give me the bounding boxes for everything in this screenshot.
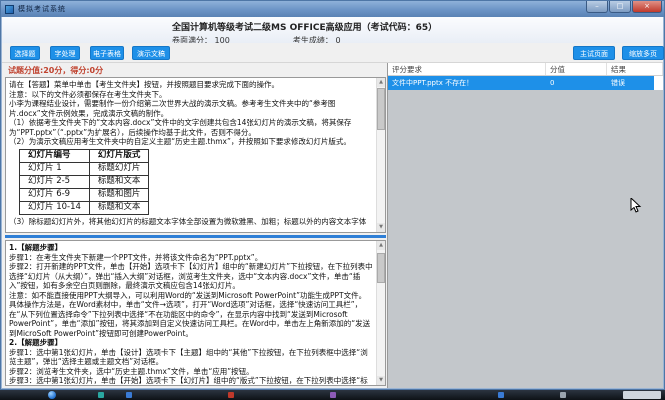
question-paragraph: 小李为课程结业设计，需要制作一份介绍第二次世界大战的演示文稿。参考考生文件夹中的…	[9, 99, 336, 118]
pane-splitter[interactable]	[5, 235, 386, 238]
solution-paragraph: 步骤1：选中第1张幻灯片，单击【设计】选项卡下【主题】组中的“其他”下拉按钮，在…	[9, 347, 368, 367]
solution-heading: 1.【解题步骤】	[9, 243, 63, 252]
scrollbar-thumb[interactable]	[377, 88, 385, 130]
table-row: 幻灯片 10-14 标题和文本	[19, 200, 150, 215]
exam-header: 全国计算机等级考试二级MS OFFICE高级应用（考试代码：65） 卷面满分： …	[2, 17, 663, 45]
table-row: 幻灯片 6-9 标题和图片	[19, 187, 150, 202]
score-panel-empty-area	[388, 90, 663, 388]
table-header-cell: 幻灯片版式	[88, 148, 150, 163]
app-window: 模拟考试系统 – □ × 全国计算机等级考试二级MS OFFICE高级应用（考试…	[0, 0, 665, 390]
solution-paragraph: 注意：如不能直接使用PPT大纲导入，可以利用Word的“发送到Microsoft…	[9, 290, 371, 338]
mouse-cursor-icon	[630, 198, 642, 213]
solution-paragraph: 步骤2：打开新建的PPT文件，单击【开始】选项卡下【幻灯片】组中的“新建幻灯片”…	[9, 262, 373, 290]
slide-layout-table: 幻灯片编号 幻灯片版式 幻灯片 1 标题幻灯片 幻灯片 2-5 标题和文本 幻灯…	[19, 148, 150, 215]
question-paragraph: （2）为演示文稿应用考生文件夹中的自定义主题“历史主题.thmx”，并按照如下要…	[9, 137, 351, 146]
taskbar-icon[interactable]	[126, 392, 132, 398]
question-pane[interactable]: 请在【答题】菜单中单击【考生文件夹】按钮，并按照题目要求完成下面的操作。 注意：…	[5, 77, 386, 233]
scrollbar-thumb[interactable]	[377, 253, 385, 283]
taskbar[interactable]	[0, 390, 665, 400]
app-icon	[5, 4, 14, 14]
exam-title: 全国计算机等级考试二级MS OFFICE高级应用（考试代码：65）	[172, 23, 438, 33]
column-header-result: 结果	[607, 63, 663, 75]
solution-pane[interactable]: 1.【解题步骤】 步骤1：在考生文件夹下新建一个PPT文件，并将该文件命名为“P…	[5, 240, 386, 386]
maximize-button[interactable]: □	[609, 1, 631, 13]
solution-scrollbar[interactable]: ▲ ▼	[376, 241, 385, 385]
question-text: 请在【答题】菜单中单击【考生文件夹】按钮，并按照题目要求完成下面的操作。 注意：…	[9, 80, 373, 226]
taskbar-icon[interactable]	[498, 392, 504, 398]
question-paragraph: （3）除标题幻灯片外，将其他幻灯片的标题文本字体全部设置为微软雅黑、加粗；标题以…	[9, 216, 367, 226]
tab-presentation[interactable]: 演示文稿	[132, 46, 170, 60]
taskbar-icon[interactable]	[98, 392, 104, 398]
scroll-up-icon[interactable]: ▲	[377, 241, 385, 250]
start-button[interactable]	[48, 391, 56, 399]
question-paragraph: 请在【答题】菜单中单击【考生文件夹】按钮，并按照题目要求完成下面的操作。	[9, 80, 279, 89]
score-panel: 评分要求 分值 结果 文件中PPT.pptx 不存在！ 0 错误	[387, 63, 663, 388]
column-header-requirement: 评分要求	[388, 63, 546, 75]
taskbar-icon[interactable]	[228, 392, 234, 398]
toolbar: 选择题 字处理 电子表格 演示文稿 主试页面 缩放多页	[2, 43, 664, 63]
window-title: 模拟考试系统	[18, 5, 66, 13]
question-paragraph: （1）依据考生文件夹下的“文本内容.docx”文件中的文字创建共包含14张幻灯片…	[9, 118, 352, 137]
table-header-cell: 幻灯片编号	[19, 148, 90, 163]
tab-spreadsheet[interactable]: 电子表格	[90, 46, 124, 60]
main-page-button[interactable]: 主试页面	[573, 46, 615, 60]
scroll-down-icon[interactable]: ▼	[377, 223, 385, 232]
close-button[interactable]: ×	[632, 1, 662, 13]
tab-multiple-choice[interactable]: 选择题	[10, 46, 40, 60]
window-controls: – □ ×	[585, 1, 662, 13]
tab-word-processing[interactable]: 字处理	[50, 46, 80, 60]
score-panel-rows: 文件中PPT.pptx 不存在！ 0 错误	[388, 76, 663, 90]
solution-text: 1.【解题步骤】 步骤1：在考生文件夹下新建一个PPT文件，并将该文件命名为“P…	[9, 243, 373, 385]
question-score-line: 试题分值:20分，得分:0分	[8, 66, 104, 75]
score-panel-header: 评分要求 分值 结果	[388, 63, 663, 76]
question-paragraph: 注意：以下的文件必须都保存在考生文件夹下。	[9, 89, 167, 99]
solution-heading: 2.【解题步骤】	[9, 338, 63, 347]
taskbar-icon[interactable]	[560, 392, 566, 398]
score-row-selected[interactable]: 文件中PPT.pptx 不存在！ 0 错误	[388, 76, 657, 90]
minimize-button[interactable]: –	[586, 1, 608, 13]
solution-paragraph: 步骤3：选中第1张幻灯片，单击【开始】选项卡下【幻灯片】组中的“版式”下拉按钮，…	[9, 376, 368, 385]
scroll-down-icon[interactable]: ▼	[377, 376, 385, 385]
score-row-requirement: 文件中PPT.pptx 不存在！	[392, 79, 474, 87]
table-row: 幻灯片 2-5 标题和文本	[19, 174, 150, 189]
table-header-row: 幻灯片编号 幻灯片版式	[19, 148, 150, 163]
system-tray[interactable]	[623, 391, 661, 399]
taskbar-icon[interactable]	[330, 392, 336, 398]
solution-paragraph: 步骤1：在考生文件夹下新建一个PPT文件，并将该文件命名为“PPT.pptx”。	[9, 252, 263, 262]
zoom-pages-button[interactable]: 缩放多页	[622, 46, 664, 60]
question-scrollbar[interactable]: ▲ ▼	[376, 78, 385, 232]
titlebar: 模拟考试系统 – □ ×	[1, 1, 664, 17]
main-content: 试题分值:20分，得分:0分 请在【答题】菜单中单击【考生文件夹】按钮，并按照题…	[2, 63, 663, 388]
solution-paragraph: 步骤2：浏览考生文件夹，选中“历史主题.thmx”文件，单击“应用”按钮。	[9, 366, 254, 376]
column-header-score: 分值	[546, 63, 607, 75]
score-row-score: 0	[550, 79, 555, 87]
scroll-up-icon[interactable]: ▲	[377, 78, 385, 87]
table-row: 幻灯片 1 标题幻灯片	[19, 161, 150, 176]
score-row-result: 错误	[611, 79, 625, 87]
score-panel-scroll-strip	[654, 76, 663, 90]
